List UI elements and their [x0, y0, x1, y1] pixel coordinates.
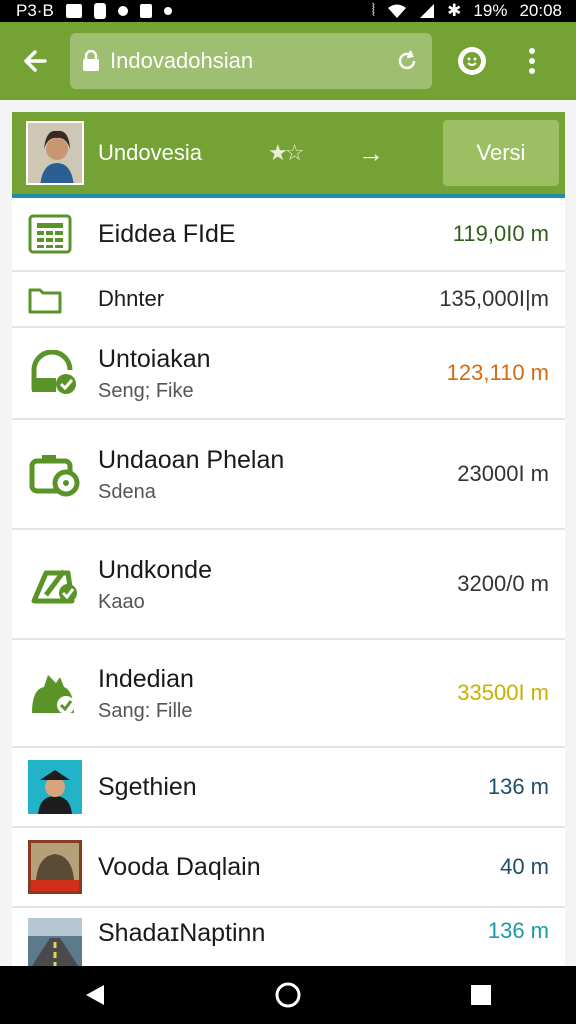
header-title: Undovesia: [98, 140, 202, 165]
reload-icon[interactable]: [394, 48, 420, 74]
bag-check-icon: [28, 669, 84, 717]
version-button[interactable]: Versi: [443, 120, 559, 186]
avatar-thumbnail: [28, 760, 84, 814]
back-nav-icon[interactable]: [84, 983, 106, 1007]
vibrate-icon: ⦚: [371, 1, 376, 20]
status-bar-left: P3·B: [16, 1, 172, 21]
file-size: 23000I m: [457, 461, 549, 486]
profile-button[interactable]: [432, 45, 512, 77]
file-subtitle: Sang: Fille: [98, 699, 193, 722]
rating-stars-icon[interactable]: ★☆: [268, 140, 358, 166]
camera-icon: [28, 451, 84, 497]
app-bar: Indovadohsian: [0, 22, 576, 100]
list-item[interactable]: Undaoan Phelan Sdena 23000I m: [12, 420, 565, 530]
arrow-right-icon[interactable]: →: [358, 138, 426, 169]
file-name: ShadaɪNaptinn: [98, 919, 266, 947]
smiley-icon: [458, 47, 486, 75]
list-item[interactable]: Vooda Daqlain 40 m: [12, 828, 565, 908]
file-size: 136 m: [487, 774, 549, 799]
file-size: 135,000I|m: [439, 286, 549, 311]
file-subtitle: Seng; Fike: [98, 379, 194, 402]
arrow-left-icon: [24, 50, 47, 72]
clock: 20:08: [519, 1, 562, 20]
download-check-icon: [28, 350, 84, 396]
sync-notification-icon: [117, 6, 128, 16]
status-bar: P3·B ⦚ ✱ 19% 20:08: [0, 0, 576, 22]
album-thumbnail: [28, 840, 84, 894]
list-item[interactable]: Untoiakan Seng; Fike 123,110 m: [12, 328, 565, 420]
app-notification-icon: [93, 3, 106, 19]
status-bar-right: ⦚ ✱ 19% 20:08: [372, 1, 562, 21]
list-item[interactable]: Dhnter 135,000I|m: [12, 272, 565, 328]
file-subtitle: Sdena: [98, 480, 156, 503]
file-size: 3200/0 m: [457, 571, 549, 596]
dot-notification-icon: [163, 7, 172, 15]
list-item[interactable]: Sgethien 136 m: [12, 748, 565, 828]
navigation-bar: [0, 966, 576, 1024]
url-text: Indovadohsian: [110, 48, 254, 73]
file-list: Eiddea FIdE 119,0I0 m Dhnter 135,000I|m …: [12, 198, 565, 970]
wifi-icon: [388, 4, 407, 18]
file-name: Undaoan Phelan: [98, 445, 285, 474]
file-subtitle: Kaao: [98, 590, 145, 613]
bluetooth-icon: ✱: [447, 1, 462, 20]
folder-icon: [28, 284, 84, 314]
file-name: Sgethien: [98, 773, 197, 801]
list-item[interactable]: Eiddea FIdE 119,0I0 m: [12, 198, 565, 272]
lock-icon: [83, 50, 99, 71]
list-item[interactable]: Indedian Sang: Fille 33500I m: [12, 640, 565, 748]
file-name: Indedian: [98, 664, 194, 693]
file-size: 33500I m: [457, 680, 549, 705]
file-name: Eiddea FIdE: [98, 220, 236, 248]
file-size: 119,0I0 m: [452, 221, 549, 246]
spreadsheet-icon: [28, 214, 84, 254]
file-name: Undkonde: [98, 555, 212, 584]
edit-check-icon: [28, 561, 84, 607]
list-item[interactable]: ShadaɪNaptinn 136 m: [12, 908, 565, 970]
file-size: 40 m: [500, 854, 549, 879]
file-size: 136 m: [487, 918, 549, 943]
file-name: Dhnter: [98, 285, 165, 311]
file-notification-icon: [139, 4, 152, 18]
back-button[interactable]: [0, 22, 70, 100]
recents-nav-icon[interactable]: [470, 984, 492, 1006]
home-nav-icon[interactable]: [274, 981, 302, 1009]
road-thumbnail: [28, 918, 84, 968]
url-bar[interactable]: Indovadohsian: [70, 33, 432, 89]
more-vertical-icon: [529, 48, 535, 74]
battery-level: 19%: [473, 1, 508, 20]
header-card: Undovesia ★☆ → Versi: [12, 112, 565, 198]
file-name: Untoiakan: [98, 344, 211, 373]
avatar[interactable]: [26, 121, 84, 185]
list-item[interactable]: Undkonde Kaao 3200/0 m: [12, 530, 565, 640]
file-size: 123,110 m: [446, 360, 549, 385]
file-name: Vooda Daqlain: [98, 853, 261, 881]
gallery-notification-icon: [65, 4, 82, 18]
overflow-menu-button[interactable]: [512, 47, 552, 75]
signal-icon: [420, 4, 435, 18]
status-left-text: P3·B: [16, 1, 54, 20]
